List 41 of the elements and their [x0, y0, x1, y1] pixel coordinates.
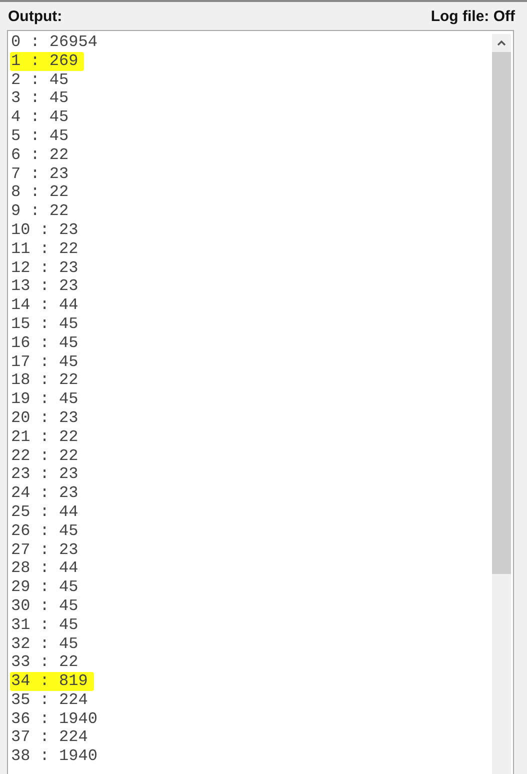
output-line: 27 : 23 — [10, 540, 80, 560]
output-line: 0 : 26954 — [10, 33, 98, 52]
output-line: 17 : 45 — [10, 352, 80, 372]
output-line: 37 : 224 — [10, 728, 89, 748]
output-line: 13 : 23 — [10, 277, 80, 296]
output-line: 25 : 44 — [10, 502, 80, 522]
output-line: 38 : 1940 — [10, 747, 98, 766]
output-line: 16 : 45 — [10, 334, 80, 353]
output-line: 15 : 45 — [10, 314, 80, 334]
output-line: 30 : 45 — [10, 596, 80, 616]
output-line: 35 : 224 — [10, 690, 89, 710]
output-line: 19 : 45 — [10, 390, 80, 409]
output-line: 2 : 45 — [10, 70, 70, 90]
output-line: 23 : 23 — [10, 465, 80, 484]
output-line: 9 : 22 — [10, 202, 70, 221]
output-line: 31 : 45 — [10, 616, 80, 634]
output-line: 36 : 1940 — [10, 710, 98, 728]
output-line: 10 : 23 — [10, 220, 80, 240]
output-line: 33 : 22 — [10, 653, 80, 672]
output-line: 20 : 23 — [10, 408, 80, 428]
output-line: 24 : 23 — [10, 484, 80, 503]
output-line: 14 : 44 — [10, 296, 80, 315]
output-line: 3 : 45 — [10, 89, 70, 108]
scroll-up-icon[interactable] — [497, 40, 506, 46]
output-label: Output: — [8, 8, 62, 24]
log-file-status: Log file: Off — [430, 8, 515, 24]
output-line: 4 : 45 — [10, 108, 70, 127]
output-line: 22 : 22 — [10, 446, 80, 466]
output-line: 26 : 45 — [10, 522, 80, 541]
scrollbar-thumb[interactable] — [492, 52, 511, 574]
output-line: 21 : 22 — [10, 428, 80, 447]
output-line: 32 : 45 — [10, 634, 80, 654]
output-line: 5 : 45 — [10, 126, 70, 146]
output-line: 11 : 22 — [10, 240, 80, 259]
output-line: 29 : 45 — [10, 578, 80, 597]
output-line: 18 : 22 — [10, 371, 80, 390]
output-line: 7 : 23 — [10, 164, 70, 184]
output-line: 6 : 22 — [10, 146, 70, 165]
output-line: 12 : 23 — [10, 258, 80, 278]
output-line: 8 : 22 — [10, 183, 70, 202]
output-line: 28 : 44 — [10, 559, 80, 578]
